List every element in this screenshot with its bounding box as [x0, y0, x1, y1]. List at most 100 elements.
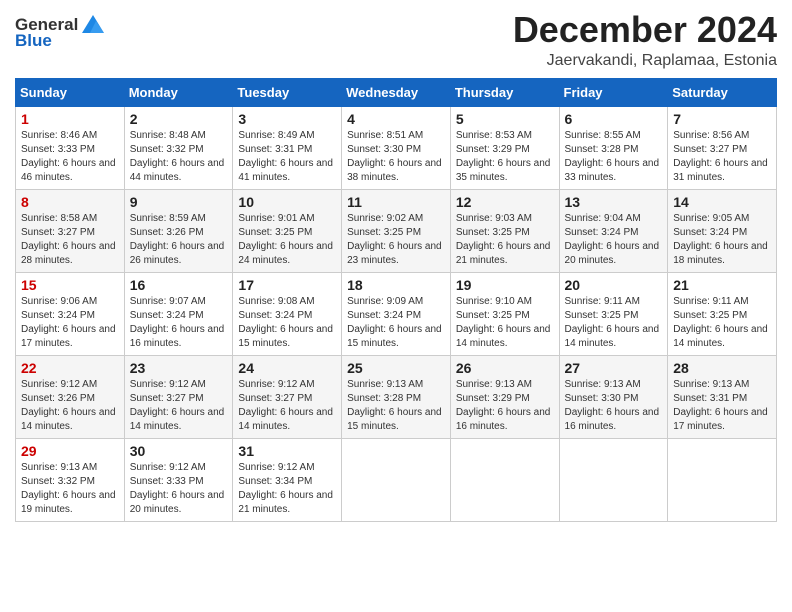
day-number: 23 — [130, 360, 228, 376]
calendar-week-4: 22Sunrise: 9:12 AMSunset: 3:26 PMDayligh… — [16, 355, 777, 438]
day-number: 17 — [238, 277, 336, 293]
header-tuesday: Tuesday — [233, 78, 342, 106]
day-number: 26 — [456, 360, 554, 376]
day-info: Sunrise: 9:12 AMSunset: 3:34 PMDaylight:… — [238, 461, 336, 517]
day-info: Sunrise: 8:48 AMSunset: 3:32 PMDaylight:… — [130, 129, 228, 185]
day-info: Sunrise: 9:13 AMSunset: 3:29 PMDaylight:… — [456, 378, 554, 434]
calendar-week-3: 15Sunrise: 9:06 AMSunset: 3:24 PMDayligh… — [16, 272, 777, 355]
table-row: 4 Sunrise: 8:51 AMSunset: 3:30 PMDaylight… — [342, 106, 451, 189]
header-monday: Monday — [124, 78, 233, 106]
day-number: 7 — [673, 111, 771, 127]
day-info: Sunrise: 9:13 AMSunset: 3:30 PMDaylight:… — [565, 378, 663, 434]
logo-bird-icon — [82, 15, 104, 33]
day-info: Sunrise: 8:51 AMSunset: 3:30 PMDaylight:… — [347, 129, 445, 185]
table-row: 31Sunrise: 9:12 AMSunset: 3:34 PMDayligh… — [233, 438, 342, 521]
header-friday: Friday — [559, 78, 668, 106]
calendar-table: Sunday Monday Tuesday Wednesday Thursday… — [15, 78, 777, 522]
table-row: 19Sunrise: 9:10 AMSunset: 3:25 PMDayligh… — [450, 272, 559, 355]
day-number: 15 — [21, 277, 119, 293]
title-area: December 2024 Jaervakandi, Raplamaa, Est… — [513, 10, 777, 70]
day-number: 14 — [673, 194, 771, 210]
header-thursday: Thursday — [450, 78, 559, 106]
table-row: 2Sunrise: 8:48 AMSunset: 3:32 PMDaylight… — [124, 106, 233, 189]
table-row — [668, 438, 777, 521]
table-row: 6Sunrise: 8:55 AMSunset: 3:28 PMDaylight… — [559, 106, 668, 189]
day-number: 12 — [456, 194, 554, 210]
table-row: 28 Sunrise: 9:13 AMSunset: 3:31 PMDayligh… — [668, 355, 777, 438]
day-number: 9 — [130, 194, 228, 210]
table-row: 3 Sunrise: 8:49 AMSunset: 3:31 PMDaylight… — [233, 106, 342, 189]
day-number: 28 — [673, 360, 771, 376]
table-row: 9 Sunrise: 8:59 AMSunset: 3:26 PMDaylight… — [124, 189, 233, 272]
day-number: 19 — [456, 277, 554, 293]
table-row: 21 Sunrise: 9:11 AMSunset: 3:25 PMDayligh… — [668, 272, 777, 355]
calendar-header-row: Sunday Monday Tuesday Wednesday Thursday… — [16, 78, 777, 106]
day-info: Sunrise: 9:07 AMSunset: 3:24 PMDaylight:… — [130, 295, 228, 351]
day-info: Sunrise: 9:13 AMSunset: 3:31 PMDaylight:… — [673, 378, 771, 434]
table-row: 5 Sunrise: 8:53 AMSunset: 3:29 PMDaylight… — [450, 106, 559, 189]
day-number: 13 — [565, 194, 663, 210]
day-number: 16 — [130, 277, 228, 293]
day-info: Sunrise: 9:08 AMSunset: 3:24 PMDaylight:… — [238, 295, 336, 351]
table-row: 22Sunrise: 9:12 AMSunset: 3:26 PMDayligh… — [16, 355, 125, 438]
month-title: December 2024 — [513, 10, 777, 50]
table-row: 13 Sunrise: 9:04 AMSunset: 3:24 PMDayligh… — [559, 189, 668, 272]
day-number: 25 — [347, 360, 445, 376]
table-row: 1 Sunrise: 8:46 AMSunset: 3:33 PMDaylight… — [16, 106, 125, 189]
logo-blue-text: Blue — [15, 31, 52, 51]
header-wednesday: Wednesday — [342, 78, 451, 106]
table-row: 11Sunrise: 9:02 AMSunset: 3:25 PMDayligh… — [342, 189, 451, 272]
day-info: Sunrise: 9:13 AMSunset: 3:28 PMDaylight:… — [347, 378, 445, 434]
table-row — [342, 438, 451, 521]
day-number: 8 — [21, 194, 119, 210]
day-info: Sunrise: 8:59 AMSunset: 3:26 PMDaylight:… — [130, 212, 228, 268]
day-info: Sunrise: 9:12 AMSunset: 3:33 PMDaylight:… — [130, 461, 228, 517]
day-info: Sunrise: 9:12 AMSunset: 3:27 PMDaylight:… — [130, 378, 228, 434]
header-saturday: Saturday — [668, 78, 777, 106]
day-info: Sunrise: 8:46 AMSunset: 3:33 PMDaylight:… — [21, 129, 119, 185]
table-row: 10Sunrise: 9:01 AMSunset: 3:25 PMDayligh… — [233, 189, 342, 272]
table-row: 24 Sunrise: 9:12 AMSunset: 3:27 PMDayligh… — [233, 355, 342, 438]
day-number: 10 — [238, 194, 336, 210]
day-number: 24 — [238, 360, 336, 376]
table-row: 7 Sunrise: 8:56 AMSunset: 3:27 PMDaylight… — [668, 106, 777, 189]
day-number: 5 — [456, 111, 554, 127]
day-number: 6 — [565, 111, 663, 127]
day-number: 18 — [347, 277, 445, 293]
location-subtitle: Jaervakandi, Raplamaa, Estonia — [513, 52, 777, 70]
table-row: 30 Sunrise: 9:12 AMSunset: 3:33 PMDayligh… — [124, 438, 233, 521]
day-info: Sunrise: 9:11 AMSunset: 3:25 PMDaylight:… — [673, 295, 771, 351]
table-row: 25 Sunrise: 9:13 AMSunset: 3:28 PMDayligh… — [342, 355, 451, 438]
table-row: 17 Sunrise: 9:08 AMSunset: 3:24 PMDayligh… — [233, 272, 342, 355]
day-info: Sunrise: 9:11 AMSunset: 3:25 PMDaylight:… — [565, 295, 663, 351]
table-row: 27Sunrise: 9:13 AMSunset: 3:30 PMDayligh… — [559, 355, 668, 438]
header: General Blue December 2024 Jaervakandi, … — [15, 10, 777, 70]
day-info: Sunrise: 9:09 AMSunset: 3:24 PMDaylight:… — [347, 295, 445, 351]
table-row: 14 Sunrise: 9:05 AMSunset: 3:24 PMDayligh… — [668, 189, 777, 272]
day-number: 22 — [21, 360, 119, 376]
day-info: Sunrise: 9:04 AMSunset: 3:24 PMDaylight:… — [565, 212, 663, 268]
day-info: Sunrise: 8:49 AMSunset: 3:31 PMDaylight:… — [238, 129, 336, 185]
header-sunday: Sunday — [16, 78, 125, 106]
day-number: 3 — [238, 111, 336, 127]
logo: General Blue — [15, 10, 104, 51]
table-row: 23 Sunrise: 9:12 AMSunset: 3:27 PMDayligh… — [124, 355, 233, 438]
day-info: Sunrise: 9:05 AMSunset: 3:24 PMDaylight:… — [673, 212, 771, 268]
day-number: 30 — [130, 443, 228, 459]
day-number: 20 — [565, 277, 663, 293]
day-info: Sunrise: 8:53 AMSunset: 3:29 PMDaylight:… — [456, 129, 554, 185]
day-number: 21 — [673, 277, 771, 293]
table-row: 18 Sunrise: 9:09 AMSunset: 3:24 PMDayligh… — [342, 272, 451, 355]
table-row — [559, 438, 668, 521]
day-info: Sunrise: 8:56 AMSunset: 3:27 PMDaylight:… — [673, 129, 771, 185]
day-info: Sunrise: 9:12 AMSunset: 3:27 PMDaylight:… — [238, 378, 336, 434]
day-number: 4 — [347, 111, 445, 127]
day-number: 1 — [21, 111, 119, 127]
table-row: 16 Sunrise: 9:07 AMSunset: 3:24 PMDayligh… — [124, 272, 233, 355]
table-row: 15Sunrise: 9:06 AMSunset: 3:24 PMDayligh… — [16, 272, 125, 355]
day-number: 11 — [347, 194, 445, 210]
day-info: Sunrise: 9:03 AMSunset: 3:25 PMDaylight:… — [456, 212, 554, 268]
table-row: 12 Sunrise: 9:03 AMSunset: 3:25 PMDayligh… — [450, 189, 559, 272]
day-number: 29 — [21, 443, 119, 459]
table-row: 29Sunrise: 9:13 AMSunset: 3:32 PMDayligh… — [16, 438, 125, 521]
